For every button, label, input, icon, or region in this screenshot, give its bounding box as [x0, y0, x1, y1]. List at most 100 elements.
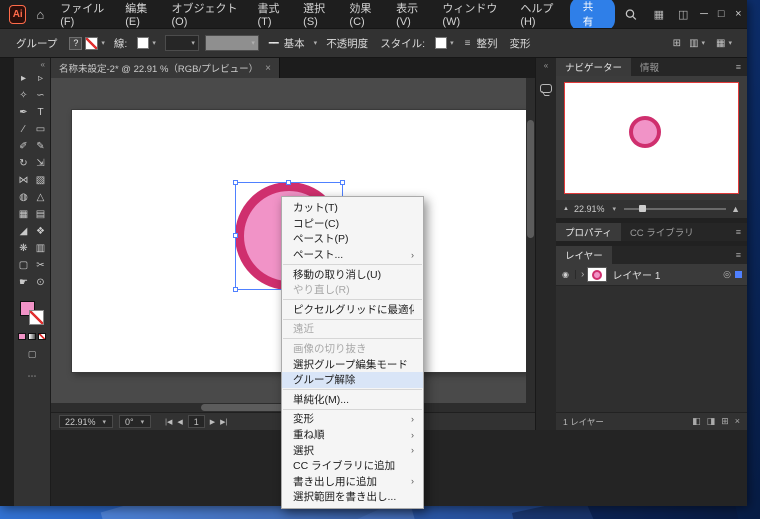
home-icon[interactable]: ⌂ [26, 7, 53, 22]
tab-properties[interactable]: プロパティ [556, 223, 621, 241]
chevron-down-icon[interactable]: ▾ [314, 39, 318, 47]
chevron-down-icon[interactable]: ▾ [450, 39, 454, 47]
shape-builder-tool[interactable]: ◍ [15, 189, 32, 206]
column-graph-tool[interactable]: ▥ [32, 240, 49, 257]
close-tab-icon[interactable]: × [265, 63, 271, 74]
menu-effect[interactable]: 効果(C) [342, 0, 389, 28]
clipping-mask-icon[interactable]: ◧ [692, 416, 701, 427]
panel-menu-icon[interactable]: ≡ [730, 246, 747, 264]
ctx-transform[interactable]: 変形 › [282, 411, 423, 427]
chevron-down-icon[interactable]: ▾ [728, 39, 732, 47]
zoom-slider[interactable] [624, 205, 727, 212]
maximize-button[interactable]: □ [713, 0, 730, 28]
ctx-copy[interactable]: コピー(C) [282, 216, 423, 232]
chevron-down-icon[interactable]: ▾ [101, 39, 105, 47]
target-circle-icon[interactable]: ◎ [723, 269, 731, 280]
mesh-tool[interactable]: ▦ [15, 206, 32, 223]
type-tool[interactable]: T [32, 104, 49, 121]
symbol-sprayer-tool[interactable]: ❋ [15, 240, 32, 257]
scale-tool[interactable]: ⇲ [32, 155, 49, 172]
last-artboard-icon[interactable]: ▶| [220, 418, 227, 426]
scrollbar-thumb[interactable] [527, 120, 534, 238]
zoom-in-icon[interactable]: ▲ [731, 204, 740, 214]
panel-menu-icon[interactable]: ≡ [730, 223, 747, 241]
snap-options-icon[interactable]: ⊞ [673, 38, 681, 49]
next-artboard-icon[interactable]: ▶ [210, 418, 215, 426]
selection-tool[interactable]: ▸ [15, 70, 32, 87]
zoom-tool[interactable]: ⊙ [32, 274, 49, 291]
arrange-icon[interactable]: ▦ [716, 38, 725, 49]
perspective-grid-tool[interactable]: △ [32, 189, 49, 206]
menu-select[interactable]: 選択(S) [296, 0, 342, 28]
menu-file[interactable]: ファイル(F) [53, 0, 118, 28]
artboard-number-field[interactable]: 1 [187, 415, 205, 428]
menu-object[interactable]: オブジェクト(O) [165, 0, 251, 28]
document-tab[interactable]: 名称未設定-2* @ 22.91 %（RGB/プレビュー） × [51, 58, 280, 78]
rectangle-tool[interactable]: ▭ [32, 121, 49, 138]
screen-mode-icon[interactable]: ▢ [14, 347, 50, 362]
fill-proxy-swatch[interactable]: ? [69, 36, 83, 50]
stroke-weight-select[interactable]: ▾ [164, 35, 199, 51]
document-setup-icon[interactable]: ▥ [689, 38, 698, 49]
width-tool[interactable]: ⋈ [15, 172, 32, 189]
comment-icon[interactable] [540, 84, 552, 93]
eyedropper-tool[interactable]: ◢ [15, 223, 32, 240]
ctx-paste-options[interactable]: ペースト... › [282, 247, 423, 263]
ctx-paste[interactable]: ペースト(P) [282, 231, 423, 247]
paintbrush-tool[interactable]: ✐ [15, 138, 32, 155]
lasso-tool[interactable]: ∽ [32, 87, 49, 104]
ctx-arrange[interactable]: 重ね順 › [282, 427, 423, 443]
close-button[interactable]: × [730, 0, 747, 28]
ctx-ungroup[interactable]: グループ解除 [282, 371, 423, 388]
new-sublayer-icon[interactable]: ◨ [707, 416, 716, 427]
chevron-down-icon[interactable]: ▾ [612, 205, 616, 213]
gradient-button[interactable] [28, 333, 36, 340]
rotation-select[interactable]: 0° ▾ [119, 415, 152, 428]
color-button[interactable] [18, 333, 26, 340]
vertical-scrollbar[interactable] [526, 78, 535, 412]
layer-name[interactable]: レイヤー 1 [612, 267, 660, 282]
zoom-out-icon[interactable]: ▲ [563, 206, 569, 212]
align-label[interactable]: 整列 [476, 36, 497, 51]
align-options-icon[interactable]: ≡ [465, 38, 471, 49]
ctx-export-selection[interactable]: 選択範囲を書き出し... [282, 489, 423, 505]
ctx-collect-for-export[interactable]: 書き出し用に追加 › [282, 474, 423, 490]
stroke-none-swatch[interactable] [85, 36, 99, 50]
navigator-zoom-value[interactable]: 22.91% [574, 204, 605, 214]
stroke-swatch[interactable] [29, 310, 44, 325]
gradient-tool[interactable]: ▤ [32, 206, 49, 223]
workspace-switcher-icon[interactable]: ◫ [671, 8, 695, 21]
ctx-simplify[interactable]: 単純化(M)... [282, 392, 423, 408]
rotate-tool[interactable]: ↻ [15, 155, 32, 172]
zoom-slider-thumb[interactable] [639, 205, 647, 212]
ctx-cut[interactable]: カット(T) [282, 200, 423, 216]
zoom-select[interactable]: 22.91% ▾ [59, 415, 114, 428]
selection-handle[interactable] [233, 233, 238, 238]
selection-handle[interactable] [233, 287, 238, 292]
tab-info[interactable]: 情報 [631, 58, 668, 76]
brush-definition-select[interactable]: 基本 [284, 36, 305, 51]
ctx-isolate-group[interactable]: 選択グループ編集モード [282, 356, 423, 372]
selection-handle[interactable] [286, 180, 291, 185]
edit-toolbar-icon[interactable]: ⋯ [14, 369, 50, 384]
transform-label[interactable]: 変形 [509, 36, 530, 51]
slice-tool[interactable]: ✂ [32, 257, 49, 274]
blend-tool[interactable]: ❖ [32, 223, 49, 240]
opacity-label[interactable]: 不透明度 [326, 36, 368, 51]
style-swatch[interactable] [435, 37, 448, 49]
width-profile-select[interactable]: ▾ [204, 35, 259, 51]
ctx-add-to-cc-library[interactable]: CC ライブラリに追加 [282, 458, 423, 474]
share-button[interactable]: 共有 [569, 0, 615, 31]
direct-selection-tool[interactable]: ▹ [32, 70, 49, 87]
arrange-documents-icon[interactable]: ▦ [647, 8, 671, 21]
layer-row[interactable]: ◉ › レイヤー 1 ◎ [556, 264, 747, 286]
chevron-down-icon[interactable]: ▾ [702, 39, 706, 47]
magic-wand-tool[interactable]: ✧ [15, 87, 32, 104]
tab-cc-libraries[interactable]: CC ライブラリ [621, 223, 703, 241]
first-artboard-icon[interactable]: |◀ [165, 418, 172, 426]
selection-handle[interactable] [340, 180, 345, 185]
menu-window[interactable]: ウィンドウ(W) [435, 0, 513, 28]
menu-help[interactable]: ヘルプ(H) [513, 0, 569, 28]
menu-view[interactable]: 表示(V) [389, 0, 435, 28]
panel-menu-icon[interactable]: ≡ [730, 58, 747, 76]
